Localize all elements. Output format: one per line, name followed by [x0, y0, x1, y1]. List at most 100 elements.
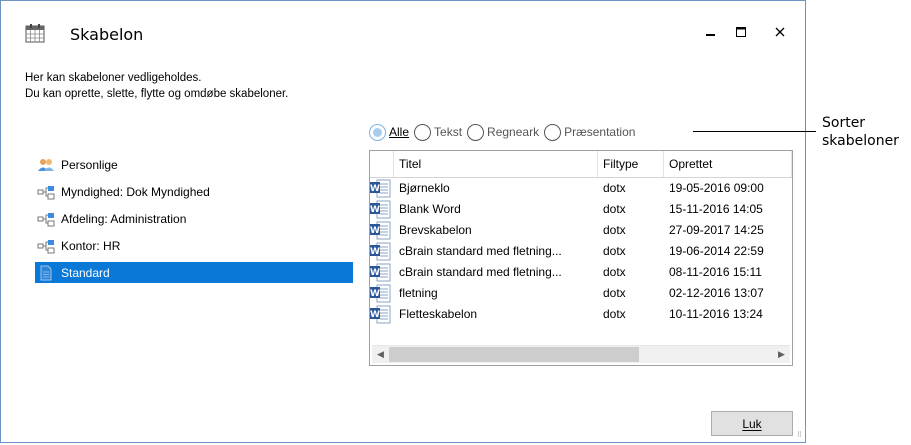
resize-grip-icon[interactable]: ⠿ — [797, 432, 802, 439]
scrollbar-thumb[interactable] — [389, 347, 639, 362]
callout-line — [693, 131, 816, 132]
svg-text:W: W — [370, 289, 380, 299]
row-title: Blank Word — [399, 202, 461, 216]
row-created: 19-06-2014 22:59 — [669, 244, 764, 258]
calendar-grid-icon — [25, 24, 45, 43]
svg-text:W: W — [370, 184, 380, 194]
column-header-filtype[interactable]: Filtype — [598, 151, 664, 177]
org-node-icon — [37, 184, 55, 200]
svg-text:W: W — [370, 205, 380, 215]
radio-unchecked-icon — [544, 123, 562, 141]
document-icon — [37, 265, 55, 281]
row-filetype: dotx — [603, 286, 626, 300]
callout-line-1: Sorter — [822, 115, 866, 131]
table-row[interactable]: W cBrain standard med fletning... dotx 0… — [370, 262, 792, 283]
word-doc-icon: W — [370, 241, 394, 262]
table-row[interactable]: W Fletteskabelon dotx 10-11-2016 13:24 — [370, 304, 792, 325]
filter-radio-alle[interactable]: Alle — [369, 123, 410, 141]
tree-item-label: Standard — [61, 265, 110, 280]
row-title: fletning — [399, 286, 438, 300]
scroll-right-button[interactable]: ▶ — [773, 346, 790, 363]
horizontal-scrollbar[interactable]: ◀ ▶ — [372, 345, 790, 363]
luk-button[interactable]: Luk — [711, 411, 793, 436]
filter-label-tekst: Tekst — [434, 125, 463, 139]
radio-checked-icon — [369, 123, 386, 141]
row-created: 02-12-2016 13:07 — [669, 286, 764, 300]
row-created: 08-11-2016 15:11 — [669, 265, 762, 279]
svg-text:W: W — [370, 226, 380, 236]
row-title: cBrain standard med fletning... — [399, 265, 562, 279]
row-title: Brevskabelon — [399, 223, 472, 237]
word-doc-icon: W — [370, 283, 394, 304]
users-icon — [37, 157, 55, 173]
table-row[interactable]: W Brevskabelon dotx 27-09-2017 14:25 — [370, 220, 792, 241]
tree-item-label: Kontor: HR — [61, 238, 121, 253]
row-filetype: dotx — [603, 181, 626, 195]
tree-item-myndighed[interactable]: Myndighed: Dok Myndighed — [35, 178, 355, 205]
tree-item-label: Myndighed: Dok Myndighed — [61, 184, 210, 199]
row-title: Fletteskabelon — [399, 307, 478, 321]
title-bar[interactable]: Skabelon — [1, 1, 805, 55]
close-icon — [775, 27, 785, 37]
word-doc-icon: W — [370, 220, 394, 241]
scroll-left-button[interactable]: ◀ — [372, 346, 389, 363]
row-filetype: dotx — [603, 223, 626, 237]
row-title: cBrain standard med fletning... — [399, 244, 562, 258]
svg-text:W: W — [370, 247, 380, 257]
column-header-oprettet[interactable]: Oprettet — [664, 151, 792, 177]
column-header-titel[interactable]: Titel — [394, 151, 598, 177]
maximize-button[interactable] — [721, 15, 761, 49]
filter-radio-regneark[interactable]: Regneark — [467, 123, 540, 141]
tree-item-kontor[interactable]: Kontor: HR — [35, 232, 355, 259]
row-filetype: dotx — [603, 265, 626, 279]
filter-label-praesentation: Præsentation — [564, 125, 636, 139]
template-folder-tree: Personlige Myndighed: Dok Myndighed Afde… — [35, 151, 355, 283]
window-title: Skabelon — [70, 25, 144, 44]
table-row[interactable]: W Bjørneklo dotx 19-05-2016 09:00 — [370, 178, 792, 199]
chevron-left-icon: ◀ — [377, 349, 384, 359]
svg-text:W: W — [370, 268, 380, 278]
row-created: 15-11-2016 14:05 — [669, 202, 763, 216]
tree-item-afdeling[interactable]: Afdeling: Administration — [35, 205, 355, 232]
skabelon-dialog: Skabelon Her kan skabeloner vedligeholde… — [0, 0, 806, 443]
org-node-icon — [37, 238, 55, 254]
minimize-icon — [706, 34, 715, 36]
intro-text: Her kan skabeloner vedligeholdes. Du kan… — [25, 70, 288, 102]
intro-line-2: Du kan oprette, slette, flytte og omdøbe… — [25, 88, 289, 100]
maximize-icon — [736, 27, 746, 37]
row-title: Bjørneklo — [399, 181, 450, 195]
svg-text:W: W — [370, 310, 380, 320]
tree-item-standard[interactable]: Standard — [35, 262, 353, 283]
tree-item-label: Afdeling: Administration — [61, 211, 187, 226]
radio-unchecked-icon — [467, 123, 485, 141]
table-row[interactable]: W cBrain standard med fletning... dotx 1… — [370, 241, 792, 262]
close-window-button[interactable] — [760, 15, 800, 49]
org-node-icon — [37, 211, 55, 227]
table-header: Titel Filtype Oprettet — [370, 151, 792, 178]
table-row[interactable]: W fletning dotx 02-12-2016 13:07 — [370, 283, 792, 304]
chevron-right-icon: ▶ — [778, 349, 785, 359]
table-row[interactable]: W Blank Word dotx 15-11-2016 14:05 — [370, 199, 792, 220]
row-filetype: dotx — [603, 202, 626, 216]
word-doc-icon: W — [370, 262, 394, 283]
row-created: 10-11-2016 13:24 — [669, 307, 763, 321]
callout-label: Sorter skabeloner — [822, 114, 899, 150]
callout-line-2: skabeloner — [822, 133, 899, 149]
radio-unchecked-icon — [414, 123, 432, 141]
filter-label-alle: Alle — [389, 125, 410, 139]
filter-radio-tekst[interactable]: Tekst — [414, 123, 463, 141]
tree-item-label: Personlige — [61, 157, 118, 172]
filter-label-regneark: Regneark — [487, 125, 540, 139]
word-doc-icon: W — [370, 178, 394, 199]
template-table: Titel Filtype Oprettet W Bjørneklo dotx … — [369, 150, 793, 366]
row-filetype: dotx — [603, 307, 626, 321]
intro-line-1: Her kan skabeloner vedligeholdes. — [25, 72, 202, 84]
row-created: 19-05-2016 09:00 — [669, 181, 764, 195]
filter-radio-praesentation[interactable]: Præsentation — [544, 123, 636, 141]
row-filetype: dotx — [603, 244, 626, 258]
luk-button-label: Luk — [742, 416, 762, 431]
word-doc-icon: W — [370, 199, 394, 220]
tree-item-personlige[interactable]: Personlige — [35, 151, 355, 178]
word-doc-icon: W — [370, 304, 394, 325]
row-created: 27-09-2017 14:25 — [669, 223, 764, 237]
